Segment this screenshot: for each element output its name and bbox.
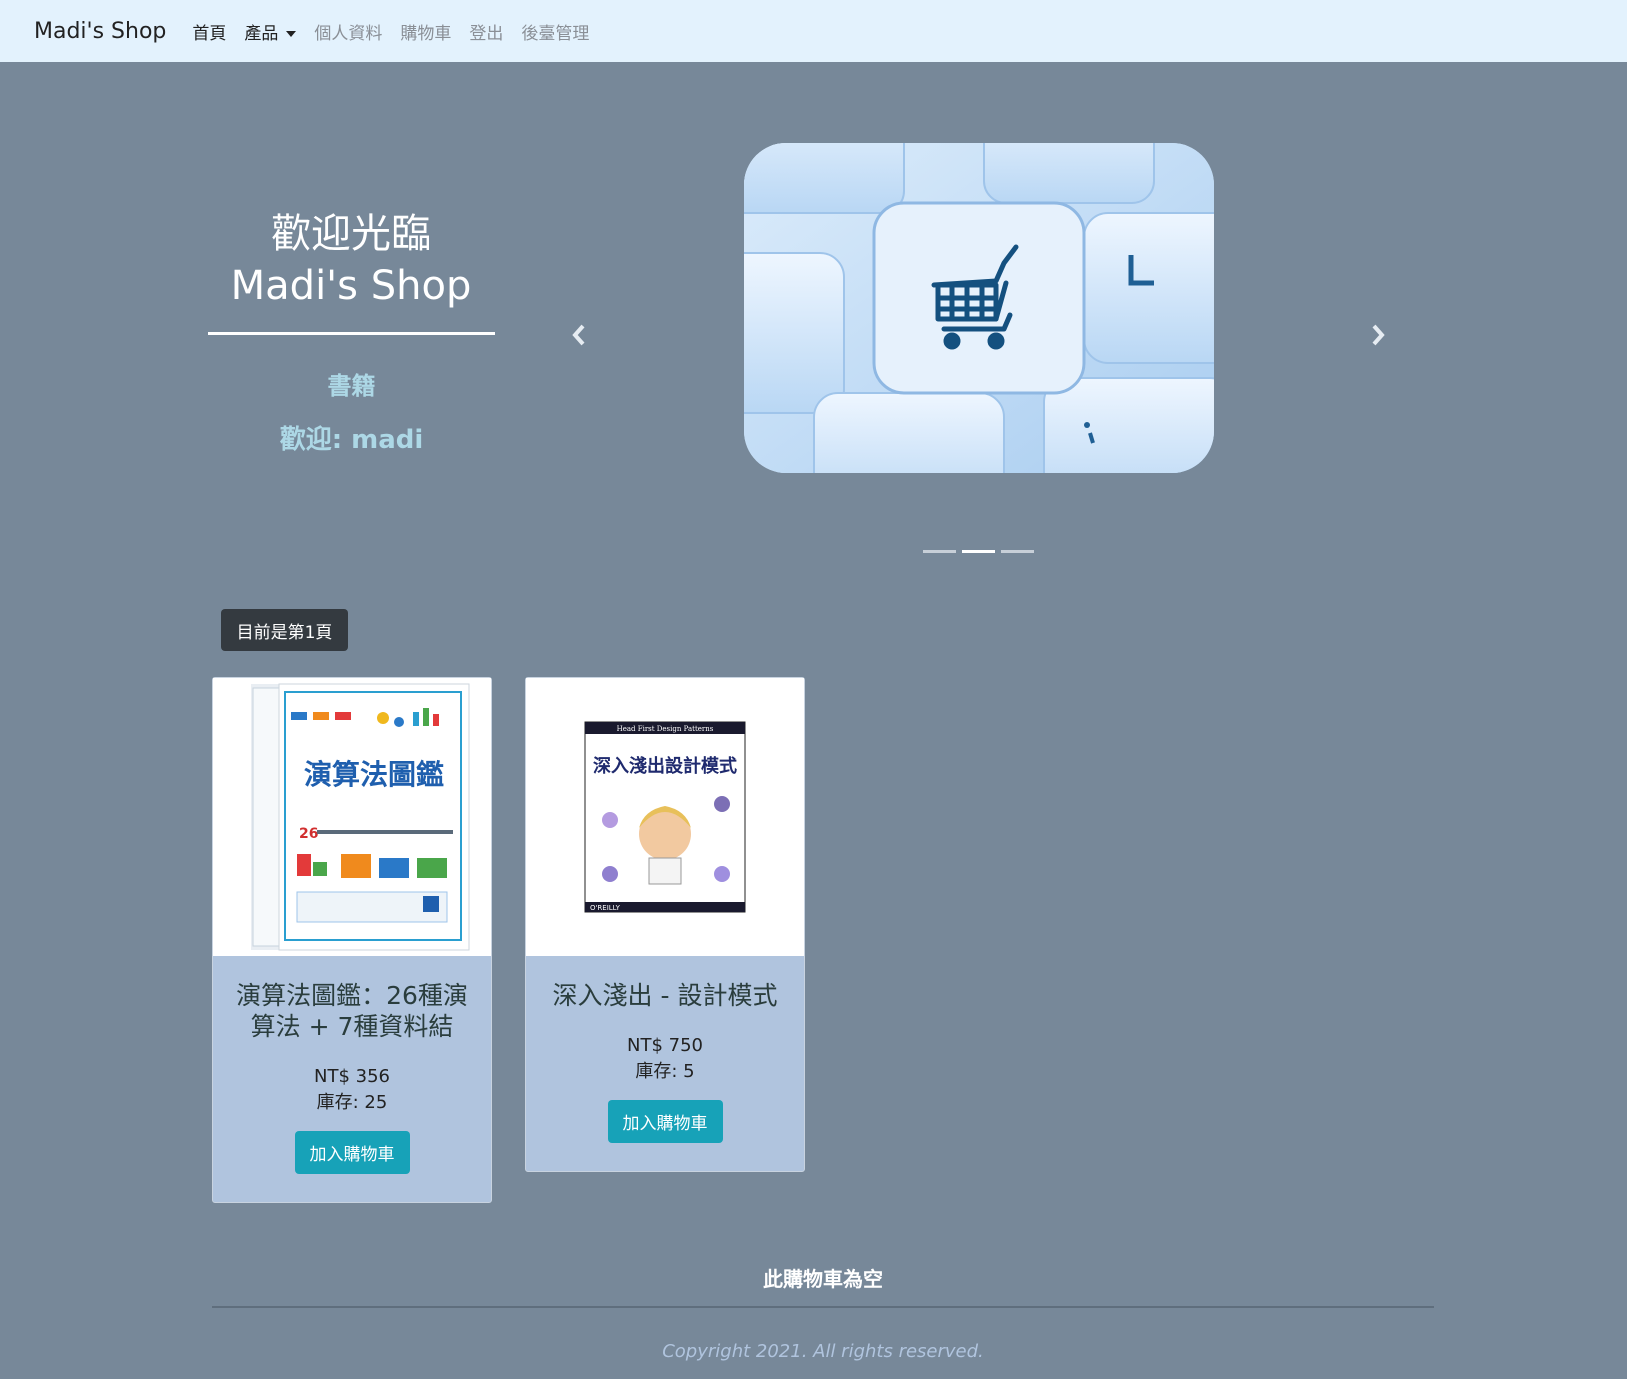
product-image[interactable]: 演算法圖鑑 26 <box>213 678 491 956</box>
nav-item-admin[interactable]: 後臺管理 <box>521 19 589 44</box>
nav-item-cart[interactable]: 購物車 <box>400 19 451 44</box>
product-image[interactable]: Head First Design Patterns 深入淺出設計模式 O'RE… <box>526 678 804 956</box>
chevron-right-icon <box>1372 324 1385 346</box>
product-price: NT$ 750 <box>627 1035 703 1056</box>
product-price: NT$ 356 <box>314 1066 390 1087</box>
book-cover-count: 26 <box>299 826 318 842</box>
product-card: Head First Design Patterns 深入淺出設計模式 O'RE… <box>525 677 805 1172</box>
product-stock: 庫存: 5 <box>635 1061 695 1082</box>
book-cover-publisher: O'REILLY <box>590 904 621 912</box>
hero-title-line2: Madi's Shop <box>230 263 472 309</box>
nav-item-home[interactable]: 首頁 <box>192 19 226 44</box>
nav-item-logout[interactable]: 登出 <box>469 19 503 44</box>
book-cover-algorithms-icon: 演算法圖鑑 26 <box>251 683 470 951</box>
carousel-indicator-2[interactable] <box>962 550 995 553</box>
book-cover-title: 深入淺出設計模式 <box>593 755 737 777</box>
product-card-body: 深入淺出 - 設計模式 NT$ 750 庫存: 5 加入購物車 <box>526 956 804 1171</box>
shopping-cart-keyboard-icon <box>744 143 1214 473</box>
hero-welcome: 歡迎: madi <box>279 425 424 455</box>
book-cover-header: Head First Design Patterns <box>617 725 714 733</box>
add-to-cart-button[interactable]: 加入購物車 <box>607 1100 723 1143</box>
page-indicator-badge: 目前是第1頁 <box>221 609 348 651</box>
product-stock: 庫存: 25 <box>316 1092 388 1113</box>
navbar-brand[interactable]: Madi's Shop <box>34 19 166 44</box>
hero-title-line1: 歡迎光臨 <box>271 211 431 257</box>
hero-title: 歡迎光臨 Madi's Shop <box>208 208 494 312</box>
carousel-indicator-1[interactable] <box>923 550 956 553</box>
carousel-prev-button[interactable] <box>567 318 591 352</box>
product-title[interactable]: 演算法圖鑑：26種演算法 + 7種資料結 <box>229 980 475 1042</box>
book-cover-title: 演算法圖鑑 <box>304 758 444 791</box>
product-card-body: 演算法圖鑑：26種演算法 + 7種資料結 NT$ 356 庫存: 25 加入購物… <box>213 956 491 1202</box>
cart-empty-message: 此購物車為空 <box>763 1267 883 1291</box>
carousel-slide-image <box>744 143 1214 473</box>
hero-divider <box>208 332 495 335</box>
book-cover-design-patterns-icon: Head First Design Patterns 深入淺出設計模式 O'RE… <box>584 721 746 913</box>
add-to-cart-button[interactable]: 加入購物車 <box>294 1131 410 1174</box>
navbar: Madi's Shop 首頁 產品 個人資料 購物車 登出 後臺管理 <box>0 0 1627 62</box>
product-card: 演算法圖鑑 26 演算法圖鑑：26種演算法 + 7種資料結 NT$ 356 庫存… <box>212 677 492 1203</box>
copyright-text: Copyright 2021. All rights reserved. <box>662 1341 984 1362</box>
hero-category: 書籍 <box>327 372 376 400</box>
nav-item-profile[interactable]: 個人資料 <box>314 19 382 44</box>
carousel-indicator-3[interactable] <box>1001 550 1034 553</box>
chevron-left-icon <box>572 324 585 346</box>
nav-item-products-dropdown[interactable]: 產品 <box>244 19 297 44</box>
nav-item-products-label: 產品 <box>244 23 279 44</box>
product-title[interactable]: 深入淺出 - 設計模式 <box>542 980 788 1011</box>
footer-divider <box>212 1306 1434 1308</box>
caret-down-icon <box>286 30 297 37</box>
carousel-next-button[interactable] <box>1366 318 1390 352</box>
